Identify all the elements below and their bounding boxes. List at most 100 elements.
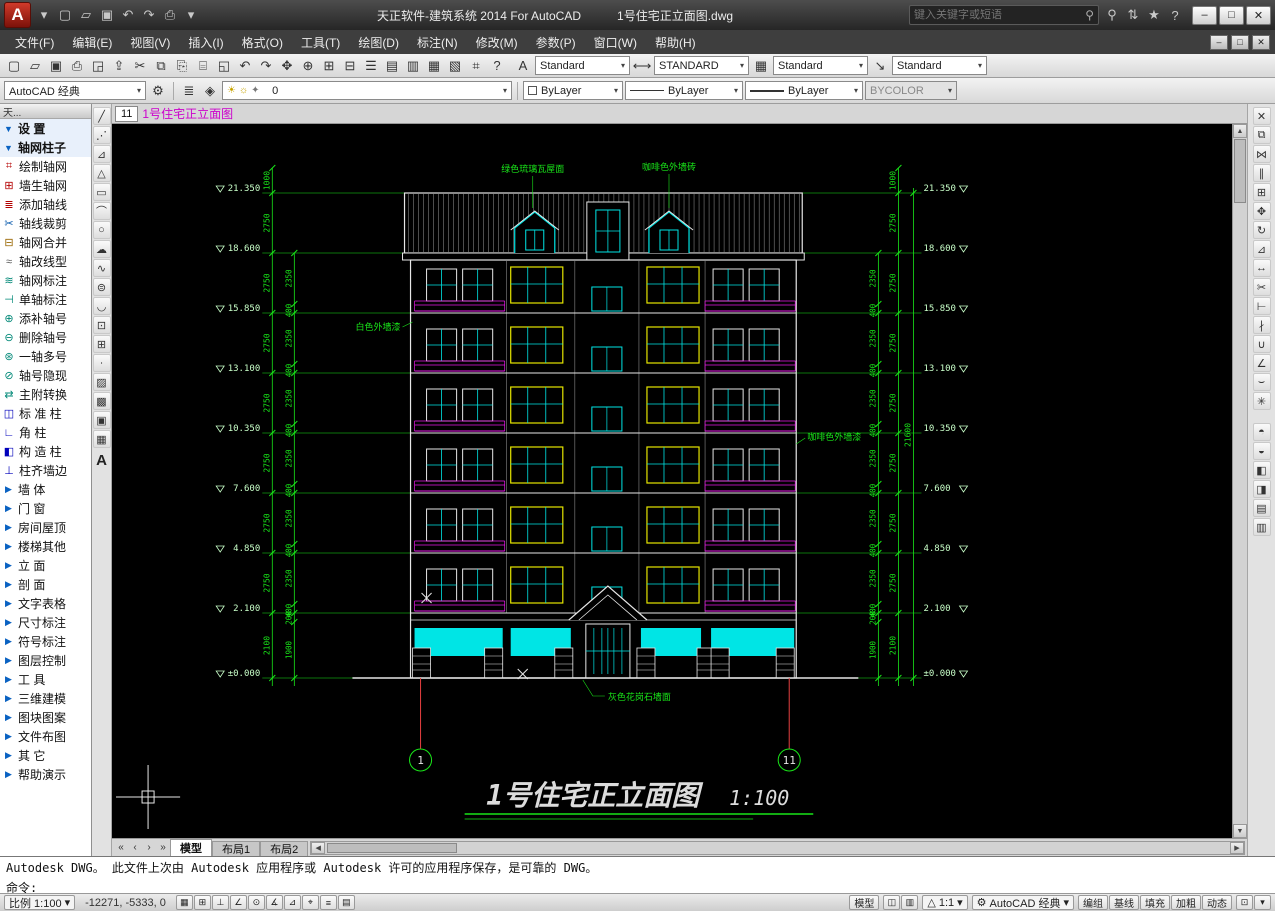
palette-caption[interactable]: 天... [0,104,91,119]
palette-section[interactable]: ▶ 工 具 [0,670,91,689]
scroll-up-button[interactable]: ▲ [1233,124,1247,138]
offset-icon[interactable]: ∥ [1252,164,1271,182]
file-tab-label[interactable]: 1号住宅正立面图 [142,105,233,122]
workspace-select[interactable]: AutoCAD 经典 ▾ [4,81,146,100]
properties-icon[interactable]: ☰ [361,56,381,76]
maximize-button[interactable]: □ [1219,5,1244,25]
palette-group[interactable]: ▼ 设 置 [0,119,91,138]
next-tab-button[interactable]: › [142,842,156,853]
layer-select[interactable]: ☀ ☼ ✦ ▪ 0 ▾ [222,81,512,100]
palette-tool[interactable]: ⊞ 墙生轴网 [0,176,91,195]
copy-icon[interactable]: ⧉ [151,56,171,76]
table-icon[interactable]: ▦ [92,430,111,448]
text-style-icon[interactable]: A [513,56,533,76]
block-editor-icon[interactable]: ◱ [214,56,234,76]
clean-screen-icon[interactable]: ⊡ [1236,895,1253,910]
prev-tab-button[interactable]: ‹ [128,842,142,853]
draworder-front-icon[interactable]: ◓ [1252,423,1271,441]
redo-icon[interactable]: ↷ [256,56,276,76]
insert-block-icon[interactable]: ⊡ [92,316,111,334]
fillet-icon[interactable]: ⌣ [1252,373,1271,391]
document-close-button[interactable]: ✕ [1252,34,1270,50]
open-icon[interactable]: ▱ [25,56,45,76]
palette-section[interactable]: ▶ 墙 体 [0,480,91,499]
exchange-icon[interactable]: ⇅ [1123,5,1143,25]
draworder-below-icon[interactable]: ◨ [1252,480,1271,498]
drawing-canvas[interactable]: 21.350 21.350 18.600 18.600 15.850 15.850 13.1… [112,124,1232,838]
plot-icon[interactable]: ⎙ [67,56,87,76]
point-icon[interactable]: ∙ [92,354,111,372]
scale-icon[interactable]: ⊿ [1252,240,1271,258]
rectangle-icon[interactable]: ▭ [92,183,111,201]
make-block-icon[interactable]: ⊞ [92,335,111,353]
quick-view-layouts-icon[interactable]: ◫ [883,895,901,910]
help-icon[interactable]: ? [1165,5,1185,25]
dim-style-icon[interactable]: ⟷ [632,56,652,76]
tarch-toggle[interactable]: 编组 [1078,895,1108,910]
save-icon[interactable]: ▣ [46,56,66,76]
palette-tool[interactable]: ✂ 轴线裁剪 [0,214,91,233]
file-tab-index[interactable]: 11 [115,105,139,122]
search-icon[interactable]: ⚲ [1085,8,1094,22]
palette-tool[interactable]: ≈ 轴改线型 [0,252,91,271]
menu-item[interactable]: 文件(F) [6,30,63,55]
text-style-select[interactable]: Standard ▾ [535,56,630,75]
publish-icon[interactable]: ⇪ [109,56,129,76]
break-icon[interactable]: ∤ [1252,316,1271,334]
palette-group[interactable]: ▼ 轴网柱子 [0,138,91,157]
markup-icon[interactable]: ▧ [445,56,465,76]
lineweight-select[interactable]: ByLayer ▾ [745,81,863,100]
menu-browser-arrow-icon[interactable]: ▾ [34,5,54,25]
snap-toggle[interactable]: ▦ [175,895,193,910]
tool-palettes-icon[interactable]: ▥ [403,56,423,76]
gradient-icon[interactable]: ▩ [92,392,111,410]
mleader-style-icon[interactable]: ↘ [870,56,890,76]
palette-section[interactable]: ▶ 剖 面 [0,575,91,594]
zoom-realtime-icon[interactable]: ⊕ [298,56,318,76]
revcloud-icon[interactable]: ☁ [92,240,111,258]
match-properties-icon[interactable]: ⌸ [193,56,213,76]
quickcalc-icon[interactable]: ⌗ [466,56,486,76]
palette-tool[interactable]: ⊥ 柱齐墙边 [0,461,91,480]
undo-icon[interactable]: ↶ [235,56,255,76]
mtext-icon[interactable]: A [96,452,107,469]
quick-view-drawings-icon[interactable]: ▥ [901,895,919,910]
search-input[interactable] [914,9,1082,21]
palette-tool[interactable]: ⊣ 单轴标注 [0,290,91,309]
ortho-toggle[interactable]: ⊥ [211,895,229,910]
menu-item[interactable]: 编辑(E) [63,30,121,55]
first-tab-button[interactable]: « [114,842,128,853]
pan-icon[interactable]: ✥ [277,56,297,76]
designcenter-icon[interactable]: ▤ [382,56,402,76]
ellipse-arc-icon[interactable]: ◡ [92,297,111,315]
zoom-previous-icon[interactable]: ⊟ [340,56,360,76]
qnew-icon[interactable]: ▢ [4,56,24,76]
zoom-window-icon[interactable]: ⊞ [319,56,339,76]
spline-icon[interactable]: ∿ [92,259,111,277]
menu-item[interactable]: 标注(N) [408,30,467,55]
palette-section[interactable]: ▶ 门 窗 [0,499,91,518]
palette-tool[interactable]: ◧ 构 造 柱 [0,442,91,461]
palette-section[interactable]: ▶ 帮助演示 [0,765,91,784]
plot-preview-icon[interactable]: ◲ [88,56,108,76]
extend-icon[interactable]: ⊢ [1252,297,1271,315]
horizontal-scrollbar[interactable]: ◀ ▶ [310,840,1245,855]
dim-style-select[interactable]: STANDARD ▾ [654,56,749,75]
menu-item[interactable]: 帮助(H) [646,30,705,55]
command-line[interactable]: Autodesk DWG。 此文件上次由 Autodesk 应用程序或 Auto… [0,856,1275,895]
table-style-icon[interactable]: ▦ [751,56,771,76]
plot-icon[interactable]: ⎙ [160,5,180,25]
polyline-icon[interactable]: ⊿ [92,145,111,163]
paste-icon[interactable]: ⎘ [172,56,192,76]
draworder-above-icon[interactable]: ◧ [1252,461,1271,479]
tarch-toggle[interactable]: 加粗 [1171,895,1201,910]
copy-icon[interactable]: ⧉ [1252,126,1271,144]
search-menu-icon[interactable]: ⚲ [1102,5,1122,25]
layout-tab[interactable]: 布局2 [260,841,309,856]
palette-tool[interactable]: ◫ 标 准 柱 [0,404,91,423]
color-select[interactable]: ByLayer ▾ [523,81,623,100]
palette-tool[interactable]: ⌗ 绘制轴网 [0,157,91,176]
grid-toggle[interactable]: ⊞ [193,895,211,910]
scroll-down-button[interactable]: ▼ [1233,824,1247,838]
erase-icon[interactable]: ✕ [1252,107,1271,125]
